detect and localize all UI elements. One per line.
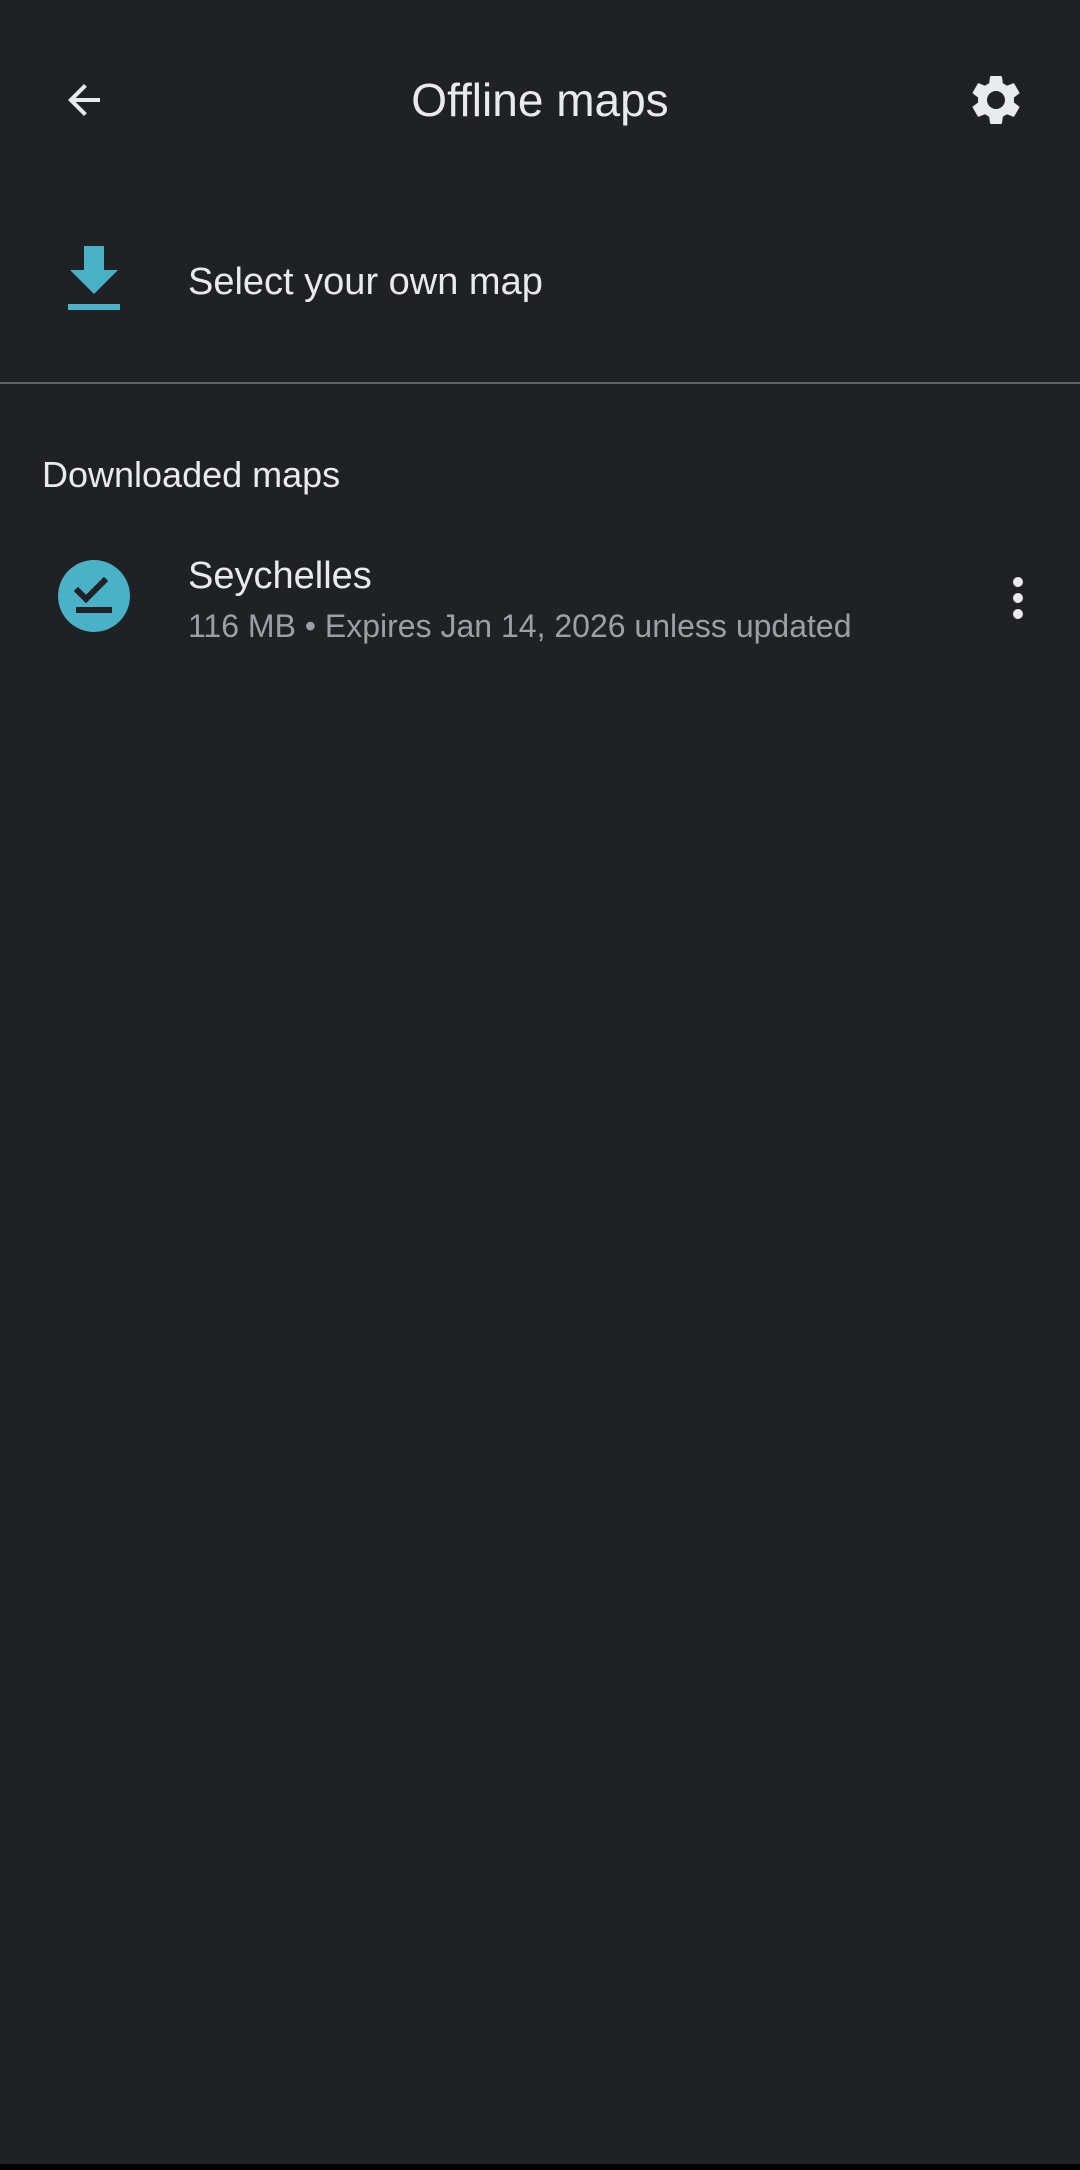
map-name: Seychelles (188, 555, 372, 597)
map-details: 116 MB • Expires Jan 14, 2026 unless upd… (188, 604, 851, 648)
download-done-icon (58, 560, 130, 632)
offline-maps-screen: Offline maps Select your own map Downloa… (0, 0, 1080, 2170)
more-vert-icon (1013, 577, 1023, 619)
map-options-button[interactable] (984, 558, 1052, 638)
divider (0, 382, 1080, 384)
separator-dot: • (304, 608, 316, 644)
page-title: Offline maps (411, 74, 669, 126)
select-own-map-label: Select your own map (188, 261, 543, 303)
downloaded-maps-header: Downloaded maps (42, 454, 341, 495)
gear-icon (972, 75, 1020, 124)
settings-button[interactable] (946, 58, 1046, 142)
select-own-map-button[interactable]: Select your own map (0, 200, 1080, 382)
map-size: 116 MB (188, 608, 296, 644)
downloaded-map-item[interactable]: Seychelles 116 MB • Expires Jan 14, 2026… (0, 530, 1080, 666)
bottom-edge (0, 2164, 1080, 2170)
download-icon (68, 246, 120, 310)
top-app-bar: Offline maps (0, 0, 1080, 200)
map-expiry: Expires Jan 14, 2026 unless updated (324, 608, 852, 644)
